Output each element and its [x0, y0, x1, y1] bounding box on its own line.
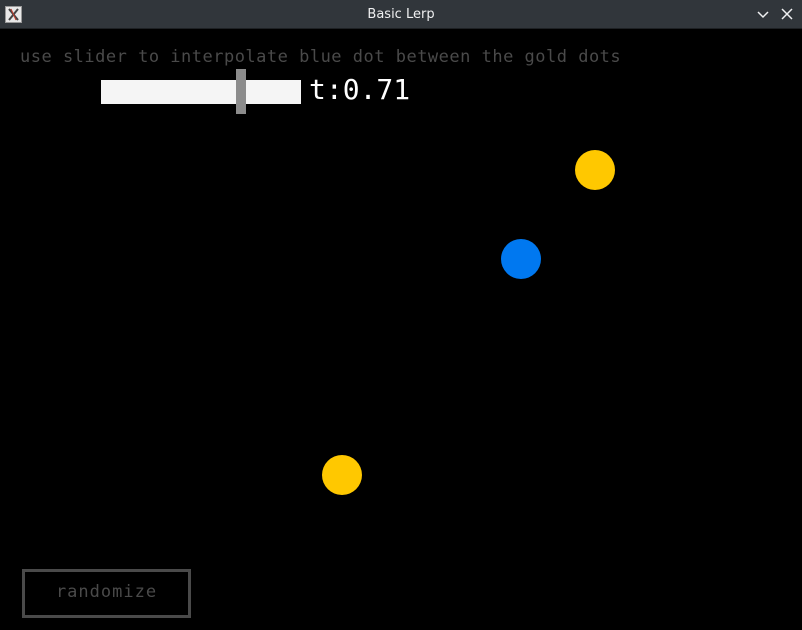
- randomize-button[interactable]: randomize: [22, 569, 191, 618]
- close-icon: [781, 8, 793, 20]
- close-button[interactable]: [778, 5, 796, 23]
- minimize-button[interactable]: [754, 5, 772, 23]
- t-value: 0.71: [342, 73, 411, 106]
- window-title: Basic Lerp: [367, 7, 435, 22]
- slider-thumb[interactable]: [236, 69, 246, 114]
- t-slider[interactable]: [101, 69, 301, 114]
- blue-interpolated-dot: [501, 239, 541, 279]
- chevron-down-icon: [757, 11, 769, 19]
- app-window: Basic Lerp use slider to interpolate blu…: [0, 0, 802, 630]
- render-canvas: use slider to interpolate blue dot betwe…: [1, 29, 801, 629]
- t-value-label: t: 0.71: [309, 73, 410, 106]
- gold-dot-end: [575, 150, 615, 190]
- gold-dot-start: [322, 455, 362, 495]
- instruction-text: use slider to interpolate blue dot betwe…: [20, 47, 622, 67]
- t-prefix: t:: [309, 73, 343, 106]
- title-bar[interactable]: Basic Lerp: [0, 0, 802, 29]
